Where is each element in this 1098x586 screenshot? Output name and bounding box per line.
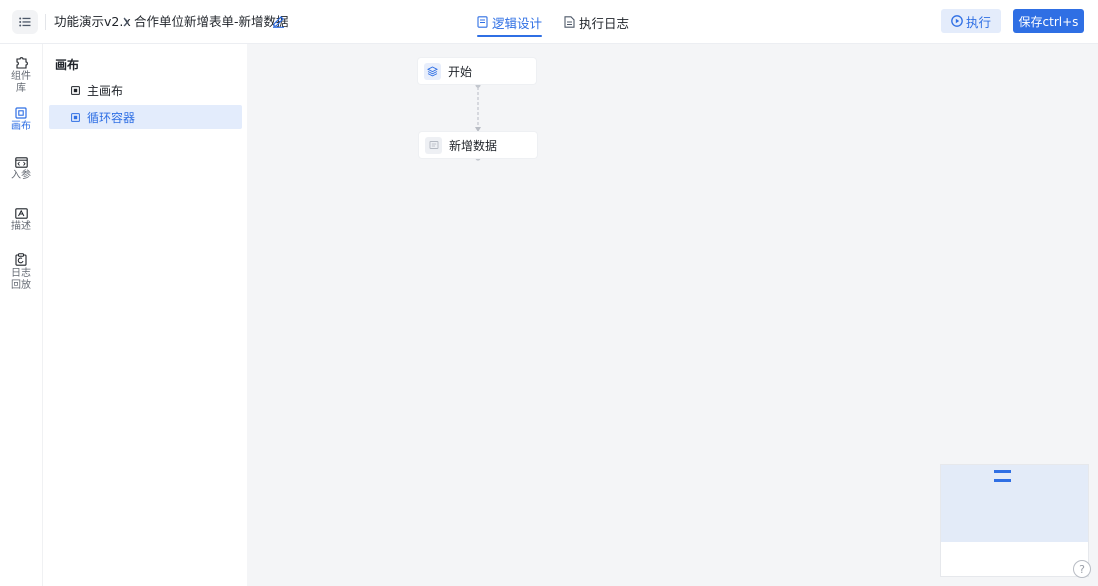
tree-item-loop-container[interactable]: 循环容器 bbox=[49, 105, 242, 129]
menu-toggle-button[interactable] bbox=[12, 10, 38, 34]
run-button[interactable]: 执行 bbox=[941, 9, 1001, 33]
flow-canvas[interactable]: 开始 新增数据 ? bbox=[247, 44, 1098, 586]
puzzle-icon bbox=[15, 57, 28, 69]
canvas-node-icon bbox=[71, 85, 80, 95]
rail-item-log-replay-label: 日志回放 bbox=[11, 268, 31, 291]
list-menu-icon bbox=[19, 17, 31, 27]
text-box-icon bbox=[14, 208, 28, 219]
form-icon bbox=[425, 136, 442, 154]
file-text-icon bbox=[564, 16, 575, 28]
layers-icon bbox=[424, 62, 441, 80]
top-header: 功能演示v2.x 合作单位新增表单-新增数据 逻辑设计 执行日志 执行 保存ct… bbox=[0, 0, 1098, 44]
tab-execution-log[interactable]: 执行日志 bbox=[564, 0, 629, 44]
flow-node-add-data-label: 新增数据 bbox=[449, 138, 498, 153]
tree-item-main-canvas[interactable]: 主画布 bbox=[49, 78, 242, 102]
help-question-icon: ? bbox=[1079, 562, 1085, 576]
canvas-tree-panel: 画布 主画布 循环容器 bbox=[42, 44, 247, 586]
flow-node-add-data[interactable]: 新增数据 bbox=[419, 132, 537, 158]
tree-item-loop-container-label: 循环容器 bbox=[87, 110, 136, 125]
header-divider bbox=[45, 14, 46, 30]
canvas-icon bbox=[15, 107, 27, 119]
rail-item-params-label: 入参 bbox=[11, 170, 31, 181]
save-button-label: 保存ctrl+s bbox=[1018, 14, 1079, 29]
rail-item-components[interactable]: 组件库 bbox=[0, 56, 42, 95]
clipboard-refresh-icon bbox=[15, 253, 27, 266]
document-icon bbox=[477, 16, 488, 28]
rail-item-description[interactable]: 描述 bbox=[0, 208, 42, 233]
tab-execution-log-label: 执行日志 bbox=[579, 15, 630, 31]
rail-item-canvas[interactable]: 画布 bbox=[0, 107, 42, 133]
minimap-node-add-data bbox=[994, 479, 1011, 482]
tab-logic-design[interactable]: 逻辑设计 bbox=[477, 0, 543, 44]
chevron-right-icon bbox=[123, 17, 129, 27]
panel-title: 画布 bbox=[55, 58, 80, 72]
save-button[interactable]: 保存ctrl+s bbox=[1013, 9, 1084, 33]
rail-item-log-replay[interactable]: 日志回放 bbox=[0, 253, 42, 292]
canvas-node-icon bbox=[71, 112, 80, 122]
rail-item-params[interactable]: 入参 bbox=[0, 157, 42, 182]
left-rail: 组件库 画布 入参 描述 日志回放 bbox=[0, 44, 42, 586]
tree-item-main-canvas-label: 主画布 bbox=[87, 83, 124, 98]
rail-item-canvas-label: 画布 bbox=[11, 121, 31, 132]
minimap[interactable] bbox=[940, 464, 1089, 577]
flow-node-start[interactable]: 开始 bbox=[418, 58, 536, 84]
edit-pencil-icon[interactable] bbox=[272, 14, 285, 28]
run-button-label: 执行 bbox=[965, 14, 991, 30]
rail-item-components-label: 组件库 bbox=[11, 71, 31, 94]
code-window-icon bbox=[14, 157, 28, 168]
breadcrumb-page: 合作单位新增表单-新增数据 bbox=[134, 14, 289, 29]
minimap-viewport[interactable] bbox=[941, 465, 1088, 542]
minimap-node-start bbox=[994, 470, 1011, 473]
rail-item-description-label: 描述 bbox=[11, 221, 31, 232]
flow-node-start-label: 开始 bbox=[448, 64, 473, 79]
tab-logic-design-label: 逻辑设计 bbox=[492, 15, 543, 31]
play-circle-icon bbox=[951, 15, 963, 27]
help-button[interactable]: ? bbox=[1073, 560, 1091, 578]
